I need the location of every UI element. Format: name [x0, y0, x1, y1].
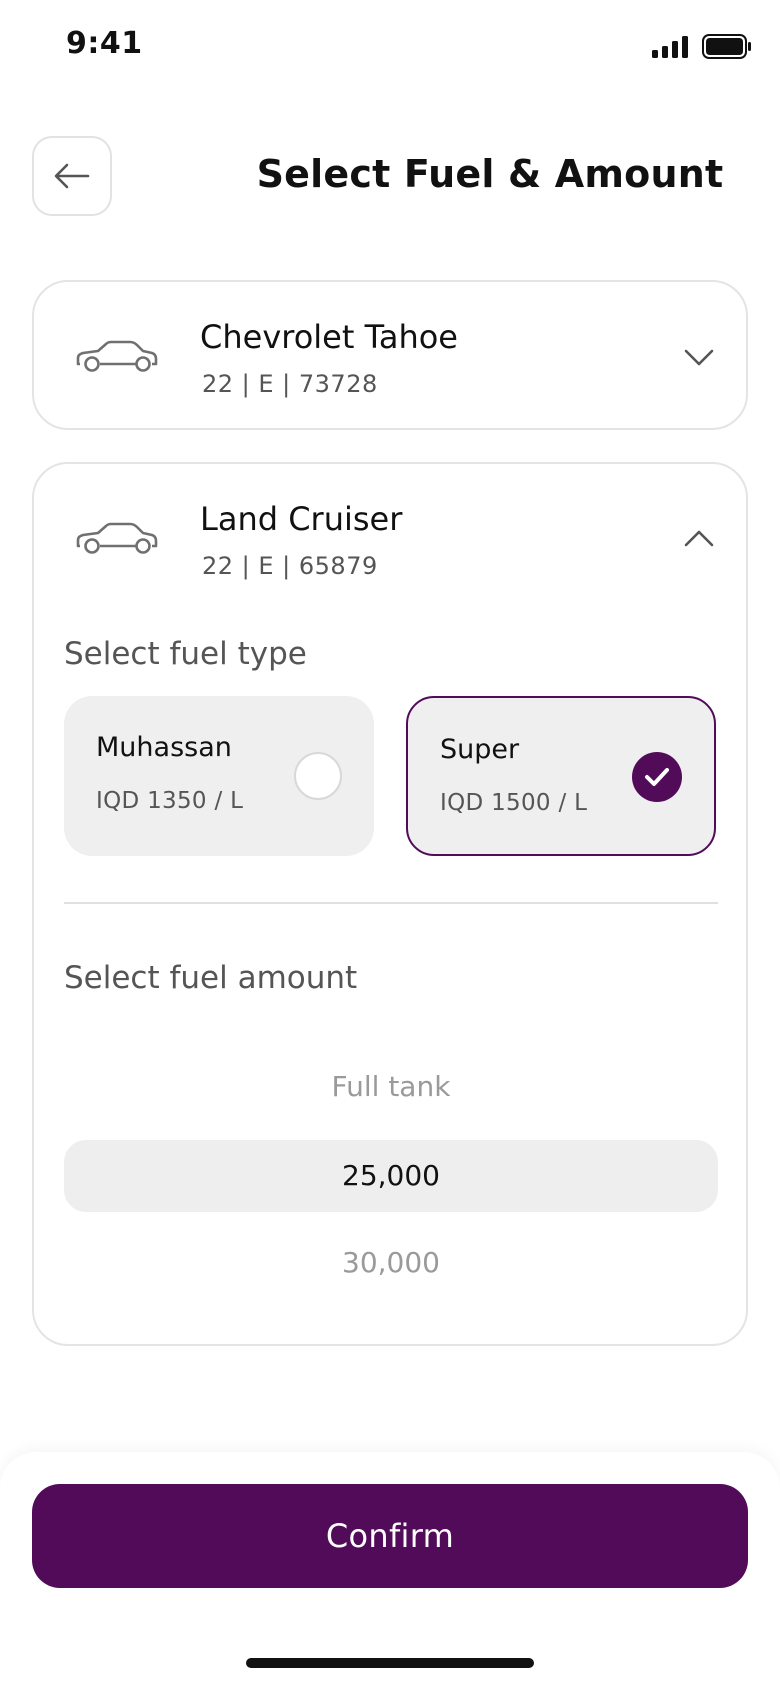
amount-option-selected[interactable]: 25,000: [64, 1140, 718, 1212]
arrow-left-icon: [54, 163, 90, 189]
vehicle-header-toggle[interactable]: Chevrolet Tahoe 22 | E | 73728: [34, 282, 746, 432]
vehicle-name: Land Cruiser: [200, 500, 403, 538]
battery-icon: [702, 34, 751, 59]
vehicle-plate: 22 | E | 65879: [202, 552, 378, 580]
vehicle-plate: 22 | E | 73728: [202, 370, 378, 398]
back-button[interactable]: [32, 136, 112, 216]
chevron-up-icon: [684, 530, 714, 547]
fuel-amount-label: Select fuel amount: [64, 960, 358, 996]
amount-option-30000[interactable]: 30,000: [64, 1246, 718, 1279]
fuel-price: IQD 1500 / L: [440, 790, 588, 816]
confirm-button[interactable]: Confirm: [32, 1484, 748, 1588]
vehicle-card-chevrolet-tahoe: Chevrolet Tahoe 22 | E | 73728: [32, 280, 748, 430]
fuel-name: Muhassan: [96, 732, 232, 763]
status-time: 9:41: [66, 26, 143, 61]
car-icon: [76, 522, 158, 554]
radio-checked-icon[interactable]: [632, 752, 682, 802]
signal-icon: [652, 36, 688, 58]
divider: [64, 902, 718, 904]
fuel-price: IQD 1350 / L: [96, 788, 244, 814]
vehicle-name: Chevrolet Tahoe: [200, 318, 458, 356]
status-bar: 9:41: [0, 0, 780, 92]
amount-option-full-tank[interactable]: Full tank: [64, 1070, 718, 1103]
home-indicator: [246, 1658, 534, 1668]
car-icon: [76, 340, 158, 372]
checkmark-icon: [645, 768, 669, 786]
fuel-option-super[interactable]: Super IQD 1500 / L: [406, 696, 716, 856]
vehicle-card-land-cruiser: Land Cruiser 22 | E | 65879 Select fuel …: [32, 462, 748, 1346]
screen: 9:41 Select Fuel & Amount Chevrolet Taho…: [0, 0, 780, 1688]
fuel-option-muhassan[interactable]: Muhassan IQD 1350 / L: [64, 696, 374, 856]
page-title: Select Fuel & Amount: [256, 152, 724, 196]
fuel-type-label: Select fuel type: [64, 636, 307, 672]
vehicle-header-toggle[interactable]: Land Cruiser 22 | E | 65879: [34, 464, 746, 614]
radio-unchecked-icon[interactable]: [294, 752, 342, 800]
fuel-name: Super: [440, 734, 520, 765]
chevron-down-icon: [684, 349, 714, 366]
